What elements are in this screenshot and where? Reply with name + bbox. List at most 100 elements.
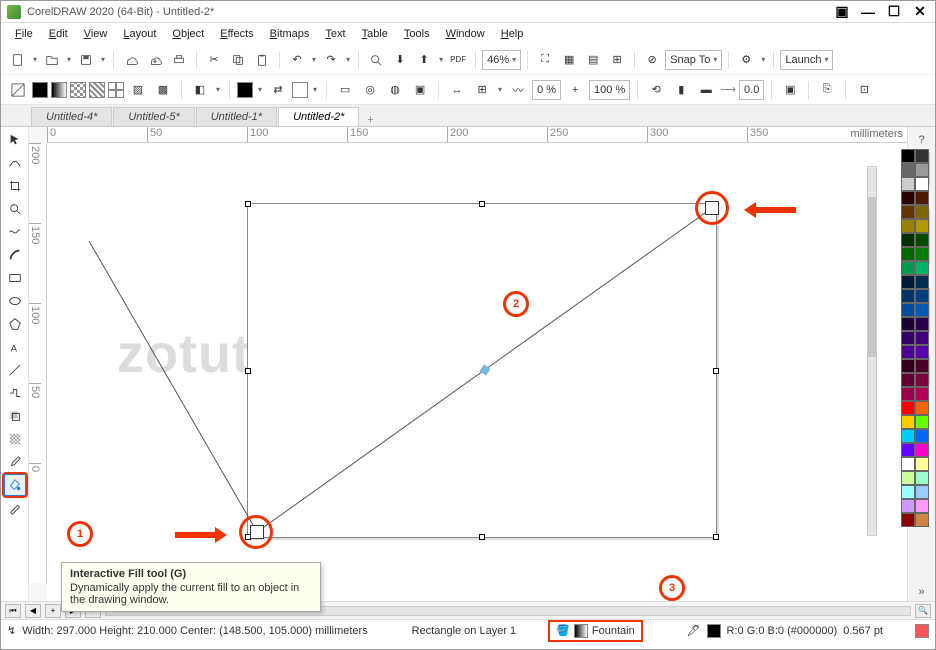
copy-fill-button[interactable]: ⎘ [816, 79, 838, 101]
proof-colors-icon[interactable] [915, 624, 929, 638]
docker-expand[interactable]: » [913, 583, 931, 601]
palette-color[interactable] [901, 387, 915, 401]
reverse-button[interactable]: ↔ [446, 79, 468, 101]
palette-color[interactable] [915, 331, 929, 345]
elliptical-fountain-button[interactable]: ◎ [359, 79, 381, 101]
menu-layout[interactable]: Layout [117, 26, 162, 42]
palette-color[interactable] [901, 177, 915, 191]
options-button[interactable]: ⚙ [735, 49, 757, 71]
export-button[interactable]: ⬆ [413, 49, 435, 71]
rulers-button[interactable]: ▦ [558, 49, 580, 71]
page-rectangle[interactable] [247, 203, 717, 538]
swap-colors-button[interactable]: ⇄ [267, 79, 289, 101]
palette-color[interactable] [901, 289, 915, 303]
palette-color[interactable] [915, 303, 929, 317]
pick-tool[interactable] [4, 129, 26, 151]
palette-color[interactable] [901, 303, 915, 317]
palette-color[interactable] [915, 443, 929, 457]
palette-color[interactable] [915, 275, 929, 289]
menu-table[interactable]: Table [356, 26, 394, 42]
palette-color[interactable] [915, 317, 929, 331]
menu-object[interactable]: Object [166, 26, 210, 42]
palette-color[interactable] [915, 401, 929, 415]
palette-color[interactable] [915, 205, 929, 219]
crop-tool[interactable] [4, 175, 26, 197]
palette-color[interactable] [901, 359, 915, 373]
undo-dropdown[interactable]: ▾ [310, 55, 318, 64]
interactive-fill-tool[interactable] [4, 474, 26, 496]
tab-untitled-5[interactable]: Untitled-5 [113, 107, 194, 126]
palette-color[interactable] [901, 373, 915, 387]
tab-untitled-1[interactable]: Untitled-1 [196, 107, 277, 126]
palette-color[interactable] [901, 163, 915, 177]
palette-color[interactable] [901, 457, 915, 471]
palette-color[interactable] [901, 471, 915, 485]
menu-tools[interactable]: Tools [398, 26, 436, 42]
parallel-dim-tool[interactable] [4, 359, 26, 381]
palette-color[interactable] [915, 513, 929, 527]
rectangular-fountain-button[interactable]: ▣ [409, 79, 431, 101]
fill-picker-dropdown[interactable]: ▾ [214, 85, 222, 94]
menu-edit[interactable]: Edit [43, 26, 74, 42]
palette-color[interactable] [915, 149, 929, 163]
menu-view[interactable]: View [78, 26, 114, 42]
palette-color[interactable] [915, 485, 929, 499]
palette-color[interactable] [901, 247, 915, 261]
palette-color[interactable] [915, 373, 929, 387]
palette-color[interactable] [915, 289, 929, 303]
palette-color[interactable] [915, 345, 929, 359]
menu-help[interactable]: Help [495, 26, 530, 42]
export-dropdown[interactable]: ▾ [437, 55, 445, 64]
start-color[interactable] [237, 82, 253, 98]
paste-button[interactable] [251, 49, 273, 71]
artistic-media-tool[interactable] [4, 244, 26, 266]
palette-color[interactable] [901, 345, 915, 359]
page-first[interactable]: ⏮ [5, 604, 21, 618]
cut-button[interactable]: ✂ [203, 49, 225, 71]
two-color-pattern-button[interactable] [108, 82, 124, 98]
redo-dropdown[interactable]: ▾ [344, 55, 352, 64]
palette-color[interactable] [901, 219, 915, 233]
page-prev[interactable]: ◀ [25, 604, 41, 618]
open-dropdown[interactable]: ▾ [65, 55, 73, 64]
palette-color[interactable] [901, 317, 915, 331]
palette-color[interactable] [901, 499, 915, 513]
palette-color[interactable] [915, 247, 929, 261]
outline-pen-tool[interactable] [4, 497, 26, 519]
menu-bitmaps[interactable]: Bitmaps [264, 26, 316, 42]
palette-color[interactable] [901, 513, 915, 527]
menu-effects[interactable]: Effects [214, 26, 259, 42]
plus-button[interactable]: + [564, 79, 586, 101]
ellipse-tool[interactable] [4, 290, 26, 312]
palette-color[interactable] [915, 219, 929, 233]
tab-untitled-4[interactable]: Untitled-4 [31, 107, 112, 126]
uniform-fill-button[interactable] [32, 82, 48, 98]
bitmap-pattern-button[interactable] [89, 82, 105, 98]
palette-color[interactable] [915, 261, 929, 275]
palette-color[interactable] [901, 261, 915, 275]
fullscreen-button[interactable]: ⛶ [534, 49, 556, 71]
menu-window[interactable]: Window [440, 26, 491, 42]
new-button[interactable] [7, 49, 29, 71]
edit-fill-button[interactable]: ⊡ [853, 79, 875, 101]
options-dropdown[interactable]: ▾ [759, 55, 767, 64]
palette-color[interactable] [901, 275, 915, 289]
drawing-area[interactable]: 050100150200250300350millimeters 2001501… [29, 127, 907, 601]
palette-color[interactable] [915, 499, 929, 513]
palette-color[interactable] [915, 233, 929, 247]
conical-fountain-button[interactable]: ◍ [384, 79, 406, 101]
launch-combo[interactable]: Launch▾ [780, 50, 833, 70]
palette-color[interactable] [901, 331, 915, 345]
cloud-up-button[interactable] [120, 49, 142, 71]
menu-text[interactable]: Text [319, 26, 351, 42]
palette-color[interactable] [901, 485, 915, 499]
vertical-scrollbar[interactable] [867, 166, 877, 536]
close-button[interactable]: ✕ [911, 5, 929, 19]
rectangle-tool[interactable] [4, 267, 26, 289]
polygon-tool[interactable] [4, 313, 26, 335]
end-color[interactable] [292, 82, 308, 98]
mirror-v-button[interactable]: ▬ [695, 79, 717, 101]
merge-combo[interactable]: 100 % [589, 80, 630, 100]
tab-new[interactable]: + [360, 114, 380, 126]
palette-color[interactable] [901, 415, 915, 429]
